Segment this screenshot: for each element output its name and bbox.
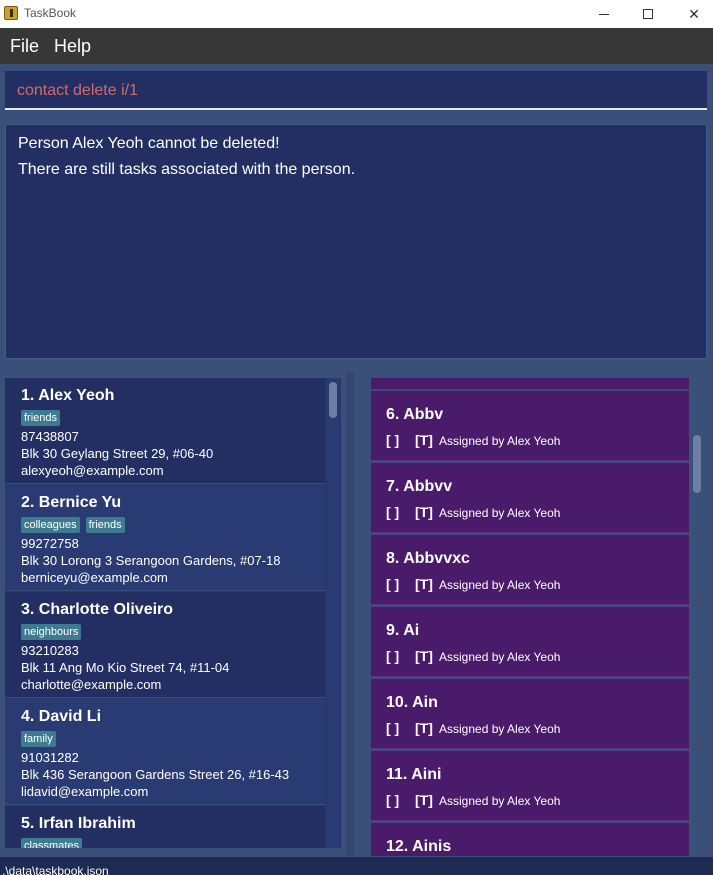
task-assignee: Assigned by Alex Yeoh <box>439 506 561 520</box>
person-card[interactable]: 1. Alex Yeoh friends 87438807 Blk 30 Gey… <box>5 378 325 484</box>
person-card[interactable]: 4. David Li family 91031282 Blk 436 Sera… <box>5 699 325 805</box>
task-name: 11. Aini <box>386 766 442 783</box>
person-card[interactable]: 2. Bernice Yu colleagues friends 9927275… <box>5 485 325 591</box>
title-bar: TaskBook ✕ <box>0 0 713 28</box>
person-name: 4. David Li <box>21 708 102 725</box>
person-list: 1. Alex Yeoh friends 87438807 Blk 30 Gey… <box>5 378 341 848</box>
person-phone: 93210283 <box>21 643 79 658</box>
task-list: 6. Abbv [ ] [T] Assigned by Alex Yeoh 7.… <box>358 378 707 856</box>
task-type: [T] <box>415 504 433 520</box>
task-status: [ ] <box>386 720 400 736</box>
menu-file[interactable]: File <box>10 36 39 57</box>
task-status: [ ] <box>386 792 400 808</box>
task-card[interactable]: 6. Abbv [ ] [T] Assigned by Alex Yeoh <box>371 391 689 461</box>
task-status: [ ] <box>386 504 400 520</box>
minimize-button[interactable] <box>581 0 627 28</box>
task-name: 9. Ai <box>386 622 420 639</box>
person-list-scroll-thumb[interactable] <box>329 382 337 418</box>
task-assignee: Assigned by Alex Yeoh <box>439 794 561 808</box>
task-status: [ ] <box>386 432 400 448</box>
task-card[interactable]: 8. Abbvvxc [ ] [T] Assigned by Alex Yeoh <box>371 535 689 605</box>
person-email: berniceyu@example.com <box>21 570 168 585</box>
status-bar: .\data\taskbook.json <box>0 857 713 875</box>
maximize-icon <box>643 9 653 19</box>
person-name: 5. Irfan Ibrahim <box>21 815 136 832</box>
task-status: [ ] <box>386 648 400 664</box>
menu-help[interactable]: Help <box>54 36 91 57</box>
result-display: Person Alex Yeoh cannot be deleted! Ther… <box>5 124 707 359</box>
task-card[interactable]: 10. Ain [ ] [T] Assigned by Alex Yeoh <box>371 679 689 749</box>
task-type: [T] <box>415 432 433 448</box>
maximize-button[interactable] <box>625 0 671 28</box>
person-address: Blk 11 Ang Mo Kio Street 74, #11-04 <box>21 660 230 675</box>
menu-bar: File Help <box>0 28 713 64</box>
task-card-partial[interactable] <box>371 378 689 390</box>
task-name: 8. Abbvvxc <box>386 550 470 567</box>
command-text: contact delete i/1 <box>17 82 138 99</box>
person-name: 1. Alex Yeoh <box>21 387 115 404</box>
person-phone: 87438807 <box>21 429 79 444</box>
task-type: [T] <box>415 576 433 592</box>
task-card[interactable]: 9. Ai [ ] [T] Assigned by Alex Yeoh <box>371 607 689 677</box>
task-name: 7. Abbvv <box>386 478 453 495</box>
person-tag: neighbours <box>21 624 82 640</box>
person-list-scrollbar[interactable] <box>327 378 339 848</box>
task-name: 6. Abbv <box>386 406 444 423</box>
person-tag: classmates <box>21 838 83 848</box>
person-tag: friends <box>85 517 125 533</box>
close-icon: ✕ <box>688 5 700 22</box>
person-tag: family <box>21 731 56 747</box>
task-assignee: Assigned by Alex Yeoh <box>439 434 561 448</box>
person-card[interactable]: 3. Charlotte Oliveiro neighbours 9321028… <box>5 592 325 698</box>
person-address: Blk 436 Serangoon Gardens Street 26, #16… <box>21 767 290 782</box>
person-name: 3. Charlotte Oliveiro <box>21 601 174 618</box>
task-type: [T] <box>415 648 433 664</box>
app-icon <box>4 6 18 20</box>
person-tag: friends <box>21 410 61 426</box>
person-name: 2. Bernice Yu <box>21 494 122 511</box>
task-card[interactable]: 7. Abbvv [ ] [T] Assigned by Alex Yeoh <box>371 463 689 533</box>
task-name: 12. Ainis <box>386 838 452 855</box>
task-status: [ ] <box>386 576 400 592</box>
person-phone: 99272758 <box>21 536 79 551</box>
close-button[interactable]: ✕ <box>671 0 713 28</box>
person-email: charlotte@example.com <box>21 677 162 692</box>
result-message-line-2: There are still tasks associated with th… <box>18 161 356 178</box>
task-type: [T] <box>415 792 433 808</box>
minimize-icon <box>599 13 609 15</box>
task-assignee: Assigned by Alex Yeoh <box>439 650 561 664</box>
person-phone: 91031282 <box>21 750 79 765</box>
person-email: alexyeoh@example.com <box>21 463 164 478</box>
person-card[interactable]: 5. Irfan Ibrahim classmates <box>5 806 325 848</box>
window-title: TaskBook <box>24 6 77 20</box>
person-address: Blk 30 Lorong 3 Serangoon Gardens, #07-1… <box>21 553 281 568</box>
person-address: Blk 30 Geylang Street 29, #06-40 <box>21 446 214 461</box>
task-list-scrollbar[interactable] <box>690 378 704 856</box>
save-location: .\data\taskbook.json <box>2 864 109 875</box>
person-email: lidavid@example.com <box>21 784 149 799</box>
task-list-scroll-thumb[interactable] <box>693 435 701 493</box>
person-tag: colleagues <box>21 517 80 533</box>
task-card[interactable]: 12. Ainis <box>371 823 689 856</box>
command-input[interactable]: contact delete i/1 <box>5 71 707 110</box>
task-assignee: Assigned by Alex Yeoh <box>439 578 561 592</box>
task-card[interactable]: 11. Aini [ ] [T] Assigned by Alex Yeoh <box>371 751 689 821</box>
task-name: 10. Ain <box>386 694 438 711</box>
panel-divider[interactable] <box>346 372 354 856</box>
task-assignee: Assigned by Alex Yeoh <box>439 722 561 736</box>
task-type: [T] <box>415 720 433 736</box>
result-message-line-1: Person Alex Yeoh cannot be deleted! <box>18 135 280 152</box>
